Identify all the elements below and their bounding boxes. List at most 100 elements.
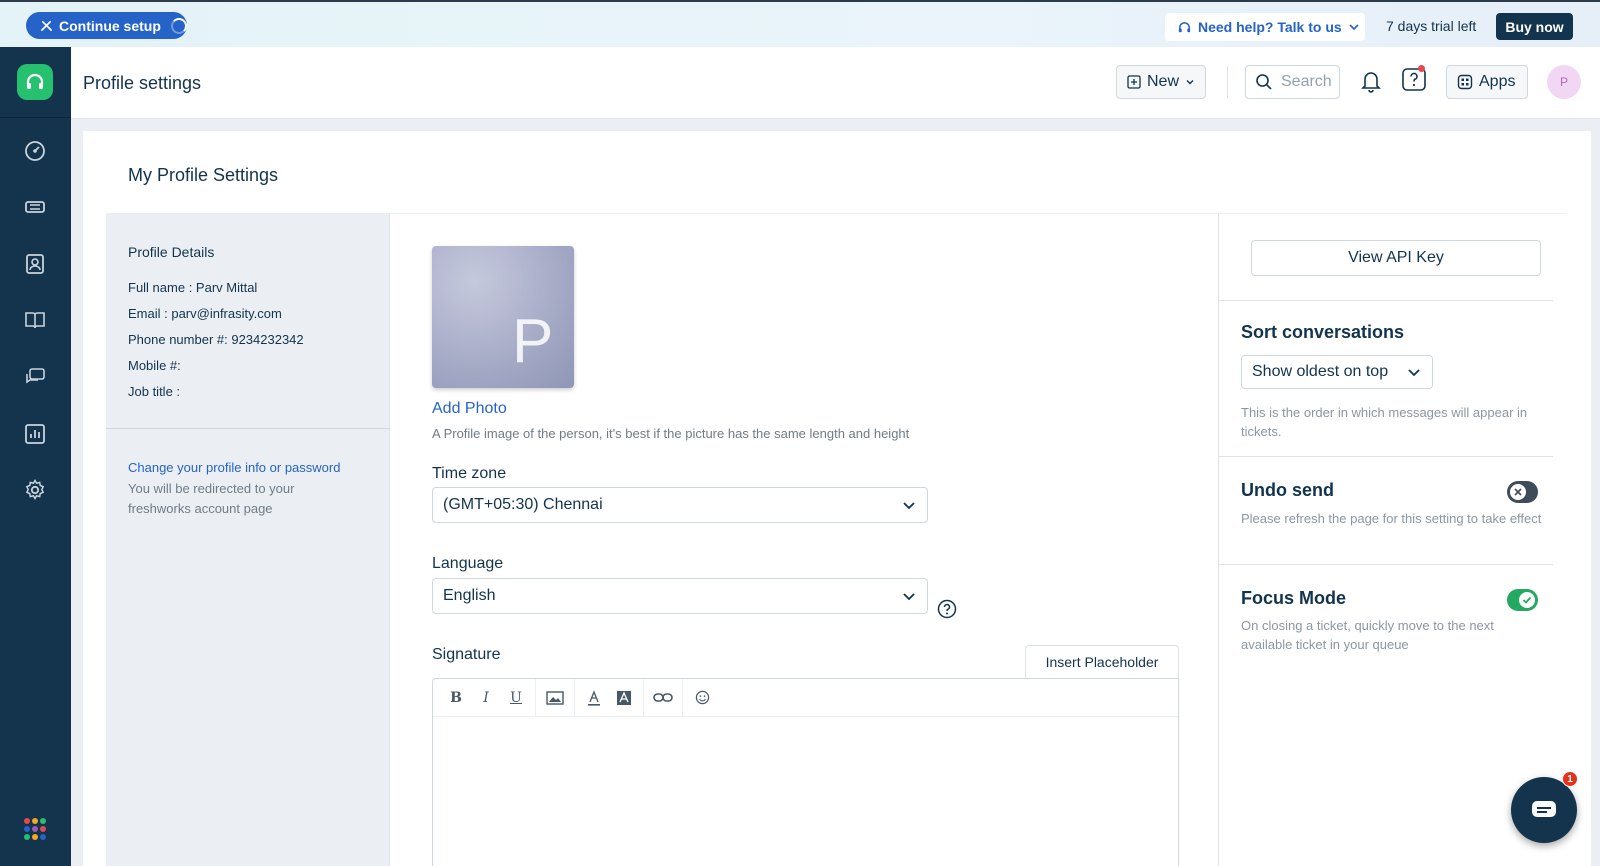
apps-button[interactable]: Apps [1446, 65, 1528, 99]
timezone-value: (GMT+05:30) Chennai [443, 496, 603, 513]
chat-icon [1532, 801, 1556, 817]
freshdesk-logo[interactable] [17, 64, 53, 100]
emoji-icon[interactable] [687, 684, 717, 712]
photo-initial: P [512, 307, 554, 376]
new-button[interactable]: New [1116, 65, 1206, 99]
chevron-down-icon [903, 502, 915, 510]
progress-spinner-icon [170, 17, 187, 34]
chat-bubbles-icon [26, 368, 45, 384]
app-dot [24, 834, 30, 840]
reports-icon [25, 424, 45, 444]
background-color-icon[interactable] [609, 684, 639, 712]
app-dot [40, 826, 46, 832]
sidebar-item-dashboard[interactable] [23, 139, 47, 163]
sidebar-divider [0, 117, 71, 118]
toolbar-divider [535, 678, 536, 717]
sidebar-item-admin[interactable] [23, 478, 47, 502]
chat-unread-badge: 1 [1562, 771, 1578, 787]
search-icon [1256, 74, 1272, 90]
check-icon [1522, 596, 1532, 604]
sidebar-item-forums[interactable] [23, 365, 47, 389]
dashboard-icon [25, 141, 45, 161]
chat-widget-button[interactable] [1511, 777, 1577, 843]
chevron-down-icon [903, 593, 915, 601]
panel-divider [1219, 456, 1553, 457]
panel-divider [106, 428, 390, 429]
insert-link-icon[interactable] [648, 684, 678, 712]
ticket-icon [25, 201, 45, 213]
text-color-icon[interactable] [579, 684, 609, 712]
profile-photo[interactable]: P [432, 246, 574, 388]
page-header: Profile settings New Search Apps P [71, 47, 1600, 119]
sidebar-item-reports[interactable] [23, 422, 47, 446]
new-label: New [1147, 73, 1180, 90]
plus-square-icon [1127, 75, 1141, 89]
need-help-button[interactable]: Need help? Talk to us [1165, 13, 1365, 41]
language-label: Language [432, 555, 504, 572]
contact-icon [26, 254, 44, 274]
profile-phone: Phone number #: 9234232342 [128, 332, 304, 347]
app-dot [24, 826, 30, 832]
app-dot [40, 834, 46, 840]
question-circle-icon [937, 599, 957, 619]
signature-editor[interactable]: B I U [432, 678, 1179, 866]
continue-setup-button[interactable]: Continue setup [26, 12, 187, 39]
bold-icon[interactable]: B [441, 684, 471, 712]
page-title: Profile settings [83, 73, 202, 93]
headset-logo-icon [26, 73, 44, 89]
sidebar-item-solutions[interactable] [23, 308, 47, 332]
panel-divider [1219, 564, 1553, 565]
app-switcher-icon[interactable] [24, 818, 46, 840]
focus-mode-toggle[interactable] [1507, 589, 1538, 611]
timezone-label: Time zone [432, 465, 507, 482]
tools-icon [41, 20, 52, 31]
headset-icon [1178, 21, 1191, 32]
profile-settings-card: My Profile Settings Profile Details Full… [83, 131, 1591, 866]
promo-bar: Continue setup Need help? Talk to us 7 d… [0, 0, 1600, 47]
close-icon [1514, 488, 1522, 496]
panel-divider [1219, 300, 1553, 301]
change-profile-link[interactable]: Change your profile info or password [128, 460, 340, 475]
buy-now-button[interactable]: Buy now [1496, 13, 1573, 40]
change-profile-note: You will be redirected to your freshwork… [128, 481, 295, 516]
need-help-label: Need help? Talk to us [1198, 19, 1342, 35]
sidebar-item-tickets[interactable] [23, 195, 47, 219]
insert-image-icon[interactable] [540, 684, 570, 712]
add-photo-link[interactable]: Add Photo [432, 400, 507, 418]
toggle-off-knob [1510, 484, 1526, 500]
photo-help-text: A Profile image of the person, it's best… [432, 426, 910, 441]
search-button[interactable]: Search [1245, 65, 1340, 99]
language-help-button[interactable] [937, 599, 957, 624]
bell-icon [1361, 72, 1381, 93]
underline-icon[interactable]: U [501, 684, 531, 712]
profile-mobile: Mobile #: [128, 358, 181, 373]
language-select[interactable]: English [432, 578, 928, 614]
undo-send-title: Undo send [1241, 480, 1334, 500]
left-sidebar [0, 47, 71, 866]
signature-label: Signature [432, 646, 501, 663]
chevron-down-icon [1186, 80, 1194, 85]
undo-send-toggle[interactable] [1507, 481, 1538, 503]
editor-toolbar: B I U [433, 678, 1178, 717]
undo-send-description: Please refresh the page for this setting… [1241, 511, 1542, 526]
notifications-button[interactable] [1360, 69, 1382, 98]
gear-icon [25, 479, 45, 500]
chevron-down-icon [1349, 24, 1359, 31]
apps-label: Apps [1479, 73, 1516, 90]
insert-placeholder-button[interactable]: Insert Placeholder [1025, 645, 1179, 678]
help-button[interactable] [1401, 67, 1427, 98]
app-dot [32, 826, 38, 832]
app-dot [24, 818, 30, 824]
sort-conversations-select[interactable]: Show oldest on top [1241, 355, 1433, 389]
profile-details-title: Profile Details [128, 244, 215, 260]
profile-job-title: Job title : [128, 384, 181, 399]
view-api-key-button[interactable]: View API Key [1251, 240, 1541, 276]
chevron-down-icon [1408, 369, 1420, 377]
search-placeholder: Search [1281, 73, 1332, 90]
italic-icon[interactable]: I [471, 684, 501, 712]
user-avatar[interactable]: P [1547, 65, 1581, 99]
sidebar-item-contacts[interactable] [23, 252, 47, 276]
timezone-select[interactable]: (GMT+05:30) Chennai [432, 487, 928, 523]
help-notification-dot [1418, 65, 1425, 72]
sort-value: Show oldest on top [1252, 363, 1389, 380]
